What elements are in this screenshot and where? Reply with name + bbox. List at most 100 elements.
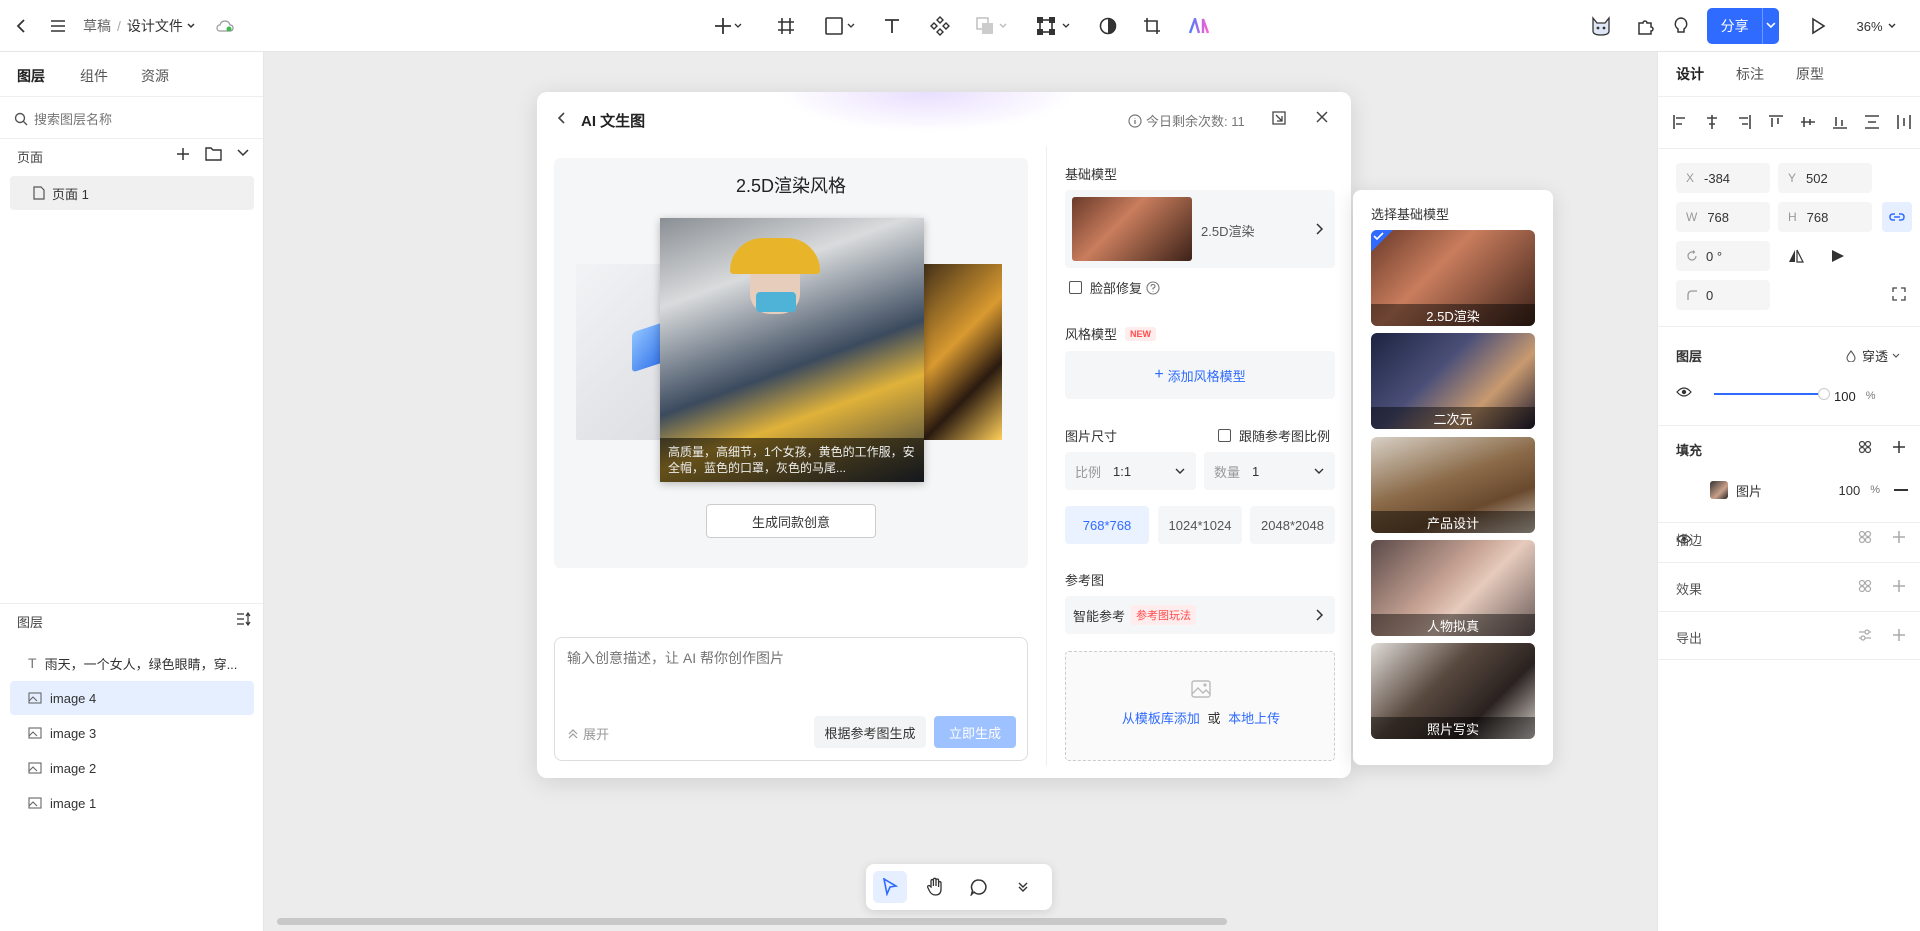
smart-ref-selector[interactable]: 智能参考 参考图玩法	[1065, 596, 1335, 634]
fill-swatch[interactable]	[1710, 481, 1728, 499]
follow-ref-option[interactable]: 跟随参考图比例	[1218, 426, 1330, 445]
breadcrumb-root[interactable]: 草稿	[83, 16, 111, 36]
fill-row[interactable]: 图片 100 %	[1710, 476, 1880, 504]
fill-styles-icon[interactable]	[1858, 440, 1874, 456]
tab-prototype[interactable]: 原型	[1796, 64, 1824, 84]
rotation-field[interactable]: 0 °	[1676, 241, 1770, 271]
model-card-realistic-portrait[interactable]: 人物拟真	[1371, 540, 1535, 636]
distribute-horizontal-icon[interactable]	[1896, 114, 1912, 130]
model-card-anime[interactable]: 二次元	[1371, 333, 1535, 429]
visibility-eye-icon[interactable]	[1676, 386, 1692, 400]
open-external-icon[interactable]	[1271, 110, 1289, 128]
size-option-768[interactable]: 768*768	[1065, 506, 1149, 544]
count-select[interactable]: 数量 1	[1204, 452, 1335, 490]
add-page-icon[interactable]	[175, 146, 195, 166]
help-icon[interactable]	[1146, 280, 1160, 295]
align-bottom-icon[interactable]	[1832, 114, 1848, 130]
corner-radius-field[interactable]: 0	[1676, 280, 1770, 310]
horizontal-scrollbar[interactable]	[277, 918, 1227, 925]
flip-vertical-icon[interactable]	[1830, 248, 1848, 264]
add-effect-icon[interactable]	[1892, 579, 1908, 595]
opacity-field[interactable]: 100 %	[1834, 384, 1904, 408]
comment-tool-button[interactable]	[962, 871, 996, 903]
follow-ref-checkbox[interactable]	[1218, 429, 1231, 442]
play-icon[interactable]	[1806, 14, 1830, 38]
x-field[interactable]: X -384	[1676, 163, 1770, 193]
opacity-slider-handle[interactable]	[1818, 388, 1830, 400]
blend-mode-select[interactable]: 穿透	[1846, 346, 1901, 365]
more-tools-button[interactable]	[1006, 871, 1040, 903]
ai-tool-button[interactable]	[1187, 14, 1211, 38]
remove-fill-icon[interactable]	[1894, 489, 1908, 491]
model-card-2-5d[interactable]: 2.5D渲染	[1371, 230, 1535, 326]
frame-tool-button[interactable]	[774, 14, 798, 38]
layer-item-image-4[interactable]: image 4	[10, 681, 254, 715]
fill-opacity[interactable]: 100	[1839, 483, 1861, 498]
align-left-icon[interactable]	[1672, 114, 1688, 130]
generate-button[interactable]: 立即生成	[934, 716, 1016, 748]
upload-local-link[interactable]: 本地上传	[1228, 711, 1280, 726]
add-stroke-icon[interactable]	[1892, 530, 1908, 546]
zoom-control[interactable]: 36%	[1852, 14, 1902, 38]
select-tool-button[interactable]	[873, 871, 907, 903]
back-icon[interactable]	[555, 110, 571, 130]
tab-assets[interactable]: 资源	[141, 66, 169, 86]
chevron-down-icon[interactable]	[1886, 21, 1898, 31]
ellipse-tool-button[interactable]	[1096, 14, 1120, 38]
distribute-vertical-icon[interactable]	[1864, 114, 1880, 130]
close-icon[interactable]	[1315, 110, 1333, 128]
add-style-model-button[interactable]: + 添加风格模型	[1065, 351, 1335, 399]
add-tool-button[interactable]	[708, 14, 748, 38]
layer-search[interactable]	[14, 107, 254, 131]
boolean-tool-button[interactable]	[972, 14, 1012, 38]
share-button[interactable]: 分享	[1707, 8, 1779, 44]
hint-icon[interactable]	[1669, 14, 1693, 38]
expand-toggle[interactable]: 展开	[567, 724, 609, 743]
stroke-styles-icon[interactable]	[1858, 530, 1874, 546]
y-field[interactable]: Y 502	[1778, 163, 1872, 193]
back-icon[interactable]	[10, 14, 34, 38]
height-field[interactable]: H 768	[1778, 202, 1872, 232]
chevron-down-icon[interactable]	[186, 21, 196, 31]
independent-corners-icon[interactable]	[1892, 287, 1908, 303]
face-fix-checkbox[interactable]	[1069, 281, 1082, 294]
upload-from-library-link[interactable]: 从模板库添加	[1122, 711, 1200, 726]
tab-components[interactable]: 组件	[80, 66, 108, 86]
crop-tool-button[interactable]	[1140, 14, 1164, 38]
model-card-photo[interactable]: 照片写实	[1371, 643, 1535, 739]
menu-icon[interactable]	[46, 14, 70, 38]
align-top-icon[interactable]	[1768, 114, 1784, 130]
face-fix-option[interactable]: 脸部修复	[1069, 278, 1160, 297]
opacity-slider[interactable]	[1714, 388, 1830, 400]
flip-horizontal-icon[interactable]	[1788, 248, 1806, 264]
export-settings-icon[interactable]	[1858, 628, 1874, 644]
model-card-product[interactable]: 产品设计	[1371, 437, 1535, 533]
collapse-pages-icon[interactable]	[236, 146, 256, 166]
search-input[interactable]	[34, 111, 234, 127]
shape-tool-button[interactable]	[820, 14, 860, 38]
effect-styles-icon[interactable]	[1858, 579, 1874, 595]
tab-layers[interactable]: 图层	[17, 66, 45, 86]
prompt-input[interactable]	[567, 648, 1017, 704]
text-tool-button[interactable]	[880, 14, 904, 38]
upload-area[interactable]: 从模板库添加 或 本地上传	[1065, 651, 1335, 761]
size-option-1024[interactable]: 1024*1024	[1158, 506, 1242, 544]
page-item[interactable]: 页面 1	[10, 176, 254, 210]
size-option-2048[interactable]: 2048*2048	[1250, 506, 1335, 544]
layer-item-image-1[interactable]: image 1	[10, 786, 254, 820]
chevron-down-icon[interactable]	[1763, 20, 1779, 32]
constrain-proportions-button[interactable]	[1882, 202, 1912, 232]
breadcrumb-current[interactable]: 设计文件	[127, 16, 183, 36]
base-model-selector[interactable]: 2.5D渲染	[1065, 190, 1335, 268]
add-fill-icon[interactable]	[1892, 440, 1908, 456]
plugin-icon[interactable]	[1634, 14, 1658, 38]
width-field[interactable]: W 768	[1676, 202, 1770, 232]
align-center-horizontal-icon[interactable]	[1704, 114, 1720, 130]
tab-design[interactable]: 设计	[1676, 64, 1704, 84]
align-center-vertical-icon[interactable]	[1800, 114, 1816, 130]
hand-tool-button[interactable]	[918, 871, 952, 903]
layer-item-text[interactable]: T 雨天，一个女人，绿色眼睛，穿...	[10, 646, 254, 680]
layer-item-image-2[interactable]: image 2	[10, 751, 254, 785]
vector-tool-button[interactable]	[1032, 14, 1076, 38]
ref-generate-button[interactable]: 根据参考图生成	[814, 716, 926, 748]
